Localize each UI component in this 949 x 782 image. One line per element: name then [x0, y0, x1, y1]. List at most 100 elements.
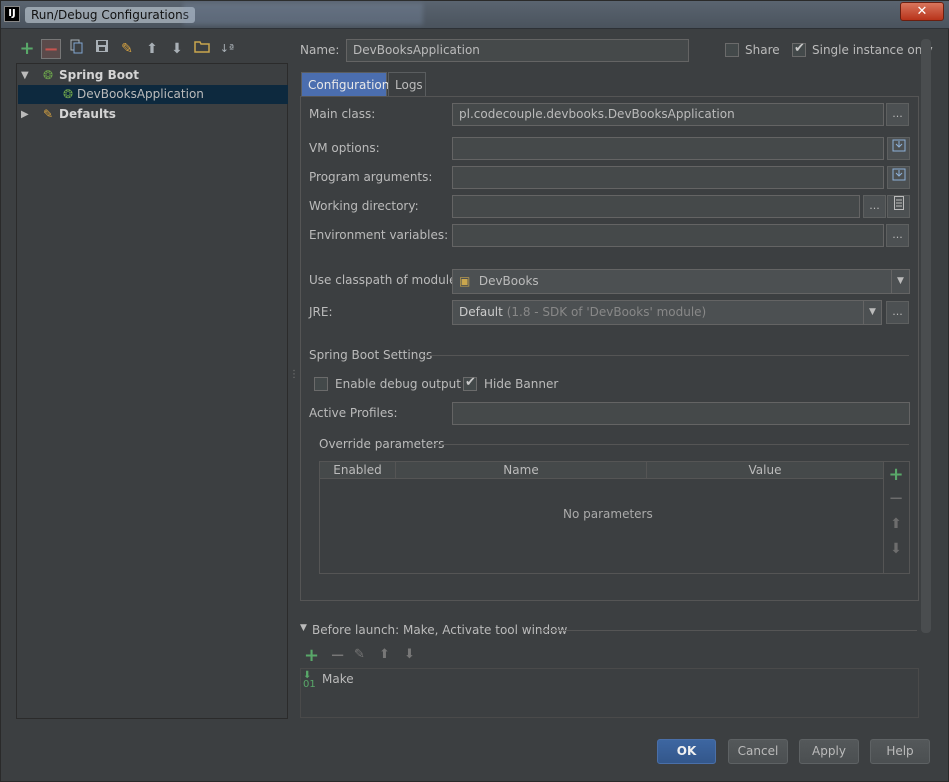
column-header-name[interactable]: Name	[396, 462, 647, 478]
override-parameters-table: Enabled Name Value No parameters	[319, 461, 884, 574]
main-class-label: Main class:	[309, 107, 376, 121]
before-launch-heading[interactable]: Before launch: Make, Activate tool windo…	[312, 623, 567, 637]
main-class-input[interactable]: pl.codecouple.devbooks.DevBooksApplicati…	[452, 103, 884, 126]
apply-button[interactable]: Apply	[799, 739, 859, 764]
program-args-expand-icon[interactable]	[887, 166, 910, 189]
add-parameter-icon[interactable]: +	[884, 463, 908, 487]
table-header: Enabled Name Value	[320, 462, 883, 479]
single-instance-label: Single instance only	[812, 43, 933, 57]
save-icon[interactable]	[92, 39, 112, 59]
hide-banner-checkbox[interactable]	[463, 375, 477, 391]
working-dir-macro-icon[interactable]	[887, 195, 910, 218]
vm-options-label: VM options:	[309, 141, 380, 155]
env-vars-label: Environment variables:	[309, 228, 449, 242]
background-window-ghost	[183, 3, 423, 25]
spring-app-icon: ❂	[62, 87, 74, 101]
collapse-arrow-icon[interactable]: ▶	[21, 105, 31, 124]
tree-node-devbooks-application[interactable]: ❂ DevBooksApplication	[18, 85, 288, 104]
table-actions-panel: + − ⬆ ⬇	[884, 461, 910, 574]
edit-task-icon[interactable]: ✎	[354, 647, 365, 662]
program-args-input[interactable]	[452, 166, 884, 189]
run-debug-dialog: IJ Run/Debug Configurations ✕ + − ✎ ⬆ ⬇ …	[0, 0, 949, 782]
empty-table-message: No parameters	[563, 507, 653, 521]
tree-label-defaults: Defaults	[59, 107, 116, 121]
env-vars-browse-button[interactable]: ...	[886, 224, 909, 247]
ok-button[interactable]: OK	[657, 739, 716, 764]
active-profiles-input[interactable]	[452, 402, 910, 425]
vm-options-expand-icon[interactable]	[887, 137, 910, 160]
jre-browse-button[interactable]: ...	[886, 301, 909, 324]
name-label: Name:	[300, 43, 340, 57]
classpath-module-value: DevBooks	[478, 274, 539, 288]
remove-parameter-icon[interactable]: −	[884, 487, 908, 511]
single-instance-checkbox[interactable]	[792, 41, 806, 57]
configuration-tree: ▼ ❂ Spring Boot ❂ DevBooksApplication ▶ …	[16, 63, 288, 719]
env-vars-input[interactable]	[452, 224, 884, 247]
window-title: Run/Debug Configurations	[25, 7, 195, 23]
intellij-app-icon: IJ	[4, 6, 20, 22]
program-args-label: Program arguments:	[309, 170, 433, 184]
cancel-button[interactable]: Cancel	[728, 739, 788, 764]
active-profiles-label: Active Profiles:	[309, 406, 398, 420]
enable-debug-checkbox[interactable]	[314, 377, 328, 391]
jre-label: JRE:	[309, 305, 333, 319]
help-button[interactable]: Help	[870, 739, 930, 764]
move-up-icon[interactable]: ⬆	[884, 512, 908, 536]
jre-select[interactable]: Default (1.8 - SDK of 'DevBooks' module)…	[452, 300, 882, 325]
module-folder-icon: ▣	[459, 274, 471, 288]
tab-logs[interactable]: Logs	[388, 72, 426, 96]
tree-label-devbooks: DevBooksApplication	[77, 87, 204, 101]
list-item[interactable]: ⬇ 01 Make	[303, 670, 918, 690]
title-bar: IJ Run/Debug Configurations ✕	[1, 1, 949, 29]
expand-arrow-icon[interactable]: ▼	[21, 66, 31, 85]
vm-options-input[interactable]	[452, 137, 884, 160]
make-task-label: Make	[322, 672, 354, 686]
tab-configuration[interactable]: Configuration	[301, 72, 389, 96]
add-task-icon[interactable]: +	[304, 645, 319, 666]
before-launch-list: ⬇ 01 Make	[300, 668, 919, 718]
working-dir-browse-button[interactable]: ...	[863, 195, 886, 218]
collapse-arrow-icon[interactable]: ▼	[300, 623, 307, 633]
tree-label-spring-boot: Spring Boot	[59, 68, 139, 82]
share-label: Share	[745, 43, 780, 57]
classpath-module-select[interactable]: ▣ DevBooks ▼	[452, 269, 910, 294]
sort-icon[interactable]: ↓ª	[217, 39, 237, 59]
share-checkbox[interactable]	[725, 43, 739, 57]
section-separator	[423, 355, 909, 356]
chevron-down-icon[interactable]: ▼	[891, 270, 909, 293]
main-class-browse-button[interactable]: ...	[886, 103, 909, 126]
classpath-label: Use classpath of module:	[309, 273, 461, 287]
tree-node-spring-boot[interactable]: ▼ ❂ Spring Boot	[18, 66, 288, 85]
copy-icon[interactable]	[67, 39, 87, 59]
move-task-up-icon[interactable]: ⬆	[379, 647, 390, 662]
working-dir-input[interactable]	[452, 195, 860, 218]
splitter-grip-icon[interactable]: ⋮	[289, 369, 299, 380]
enable-debug-label: Enable debug output	[335, 377, 461, 391]
column-header-enabled[interactable]: Enabled	[320, 462, 396, 478]
jre-value: Default	[459, 305, 503, 319]
add-icon[interactable]: +	[17, 39, 37, 59]
move-down-icon[interactable]: ⬇	[884, 537, 908, 561]
working-dir-label: Working directory:	[309, 199, 419, 213]
hide-banner-label: Hide Banner	[484, 377, 559, 391]
folder-icon[interactable]	[192, 39, 212, 59]
tree-node-defaults[interactable]: ▶ ✎ Defaults	[18, 105, 288, 124]
vertical-scrollbar[interactable]	[921, 39, 931, 633]
override-parameters-heading: Override parameters	[319, 437, 445, 451]
close-window-button[interactable]: ✕	[900, 2, 944, 21]
remove-task-icon[interactable]: −	[330, 645, 345, 666]
remove-icon[interactable]: −	[41, 39, 61, 60]
make-build-icon: ⬇ 01	[303, 670, 316, 690]
spring-boot-icon: ❂	[42, 68, 54, 82]
defaults-wrench-icon: ✎	[42, 107, 54, 121]
section-separator	[541, 630, 917, 631]
name-input[interactable]: DevBooksApplication	[346, 39, 689, 62]
section-separator	[431, 444, 909, 445]
move-task-down-icon[interactable]: ⬇	[404, 647, 415, 662]
arrow-up-icon[interactable]: ⬆	[142, 39, 162, 59]
spring-boot-settings-heading: Spring Boot Settings	[309, 348, 433, 362]
column-header-value[interactable]: Value	[647, 462, 883, 478]
arrow-down-icon[interactable]: ⬇	[167, 39, 187, 59]
chevron-down-icon[interactable]: ▼	[863, 301, 881, 324]
wrench-icon[interactable]: ✎	[117, 39, 137, 59]
